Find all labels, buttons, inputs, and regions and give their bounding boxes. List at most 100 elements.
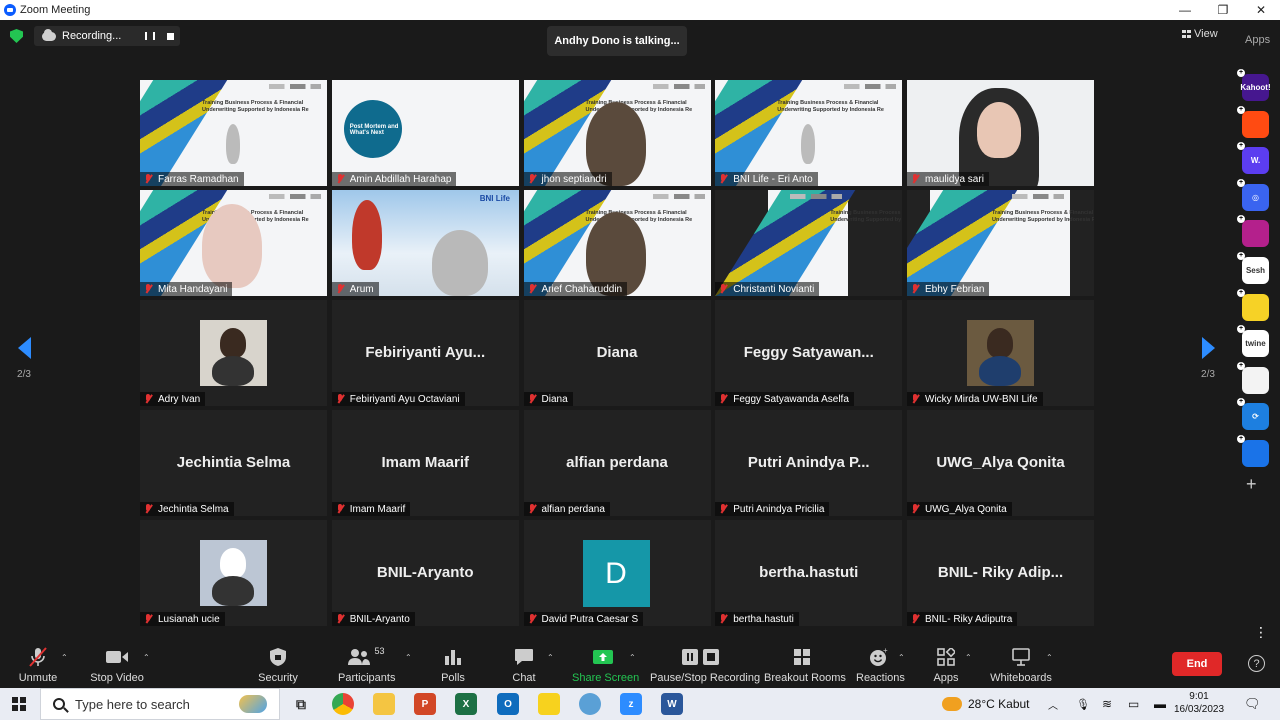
muted-mic-icon <box>719 284 728 294</box>
participant-name-label: Mita Handayani <box>140 282 233 296</box>
participant-tile[interactable]: Training Business Process & Financial Un… <box>140 190 327 296</box>
security-button[interactable]: Security <box>258 646 298 684</box>
end-meeting-button[interactable]: End <box>1172 652 1222 676</box>
participant-figure <box>226 124 240 164</box>
stop-recording-button[interactable] <box>160 26 180 46</box>
grid-app-icon[interactable]: + <box>1237 361 1269 394</box>
windows-start-icon[interactable] <box>12 697 26 711</box>
participant-name: Mita Handayani <box>158 283 228 295</box>
muted-mic-icon <box>528 504 537 514</box>
next-page-button[interactable]: 2/3 <box>1193 337 1223 380</box>
participant-tile[interactable]: Lusianah ucie <box>140 520 327 626</box>
pause-recording-button[interactable] <box>140 26 160 46</box>
weather-widget[interactable]: 28°C Kabut <box>942 688 1030 720</box>
participant-tile[interactable]: Training Business Process & Financial Un… <box>140 80 327 186</box>
purple-app-icon[interactable]: + <box>1237 215 1269 248</box>
minimize-button[interactable]: — <box>1166 0 1204 20</box>
participant-tile[interactable]: Adry Ivan <box>140 300 327 406</box>
word-icon[interactable]: W <box>661 693 683 715</box>
participant-tile[interactable]: maulidya sari <box>907 80 1094 186</box>
participant-tile[interactable]: BNI Life Arum <box>331 190 519 296</box>
weather-text: 28°C Kabut <box>968 697 1030 711</box>
share-options-caret[interactable]: ⌃ <box>629 653 636 662</box>
help-icon[interactable]: ? <box>1248 655 1265 672</box>
participant-tile[interactable]: bertha.hastuti bertha.hastuti <box>715 520 903 626</box>
chrome-icon[interactable] <box>332 693 354 715</box>
sync-app-icon[interactable]: + ⟳ <box>1237 398 1269 431</box>
reactions-button[interactable]: + Reactions <box>856 646 905 684</box>
add-app-icon[interactable]: + <box>1246 474 1257 495</box>
video-options-caret[interactable]: ⌃ <box>143 653 150 662</box>
powerpoint-icon[interactable]: P <box>414 693 436 715</box>
stop-video-button[interactable]: Stop Video <box>90 646 144 684</box>
apps-button[interactable]: Apps <box>933 646 959 684</box>
participants-options-caret[interactable]: ⌃ <box>405 653 412 662</box>
yellow-app-icon[interactable]: + <box>1237 288 1269 321</box>
participant-tile[interactable]: Putri Anindya P... Putri Anindya Pricilia <box>715 410 903 516</box>
taskbar-clock[interactable]: 9:01 16/03/2023 <box>1174 690 1224 716</box>
previous-page-button[interactable]: 2/3 <box>9 337 39 380</box>
sesh-app-icon[interactable]: + Sesh <box>1237 252 1269 284</box>
participant-tile[interactable]: Training Business Process & Financial Un… <box>715 190 903 296</box>
participant-tile[interactable]: Diana Diana <box>523 300 711 406</box>
pause-stop-recording-button[interactable]: Pause/Stop Recording <box>650 646 760 684</box>
stack-app-icon[interactable]: + <box>1237 435 1269 467</box>
pause-stop-icon <box>650 646 752 668</box>
participant-tile[interactable]: Jechintia Selma Jechintia Selma <box>140 410 327 516</box>
muted-mic-icon <box>144 174 153 184</box>
participant-tile[interactable]: BNIL-Aryanto BNIL-Aryanto <box>331 520 519 626</box>
muted-mic-icon <box>144 284 153 294</box>
participant-tile[interactable]: BNIL- Riky Adip... BNIL- Riky Adiputra <box>907 520 1094 626</box>
file-explorer-icon[interactable] <box>373 693 395 715</box>
taskbar-search-input[interactable]: Type here to search <box>40 688 280 720</box>
participant-tile[interactable]: D David Putra Caesar S <box>523 520 711 626</box>
encryption-shield-icon[interactable] <box>10 29 23 43</box>
notifications-icon[interactable]: 🗨︎ <box>1244 688 1261 720</box>
polls-button[interactable]: Polls <box>441 646 465 684</box>
zoom-taskbar-icon[interactable]: z <box>620 693 642 715</box>
chat-button[interactable]: Chat <box>512 646 536 684</box>
participant-tile[interactable]: Training Business Process & Financial Un… <box>523 80 711 186</box>
audio-options-caret[interactable]: ⌃ <box>61 653 68 662</box>
wooclap-app-icon[interactable]: + W. <box>1237 142 1269 175</box>
browser-icon[interactable] <box>579 693 601 715</box>
twine-app-icon[interactable]: + twine <box>1237 325 1269 358</box>
apps-options-caret[interactable]: ⌃ <box>965 653 972 662</box>
wifi-icon[interactable]: ≋ <box>1102 688 1112 720</box>
kahoot-app-icon[interactable]: + Kahoot! <box>1237 69 1271 101</box>
display-icon[interactable]: ▭ <box>1128 688 1139 720</box>
share-screen-button[interactable]: Share Screen <box>572 646 639 684</box>
reactions-options-caret[interactable]: ⌃ <box>898 653 905 662</box>
close-button[interactable]: ✕ <box>1242 0 1280 20</box>
participant-tile[interactable]: Training Business Process & Financial Un… <box>523 190 711 296</box>
participant-tile[interactable]: Wicky Mirda UW-BNI Life <box>907 300 1094 406</box>
sticky-notes-icon[interactable] <box>538 693 560 715</box>
whiteboards-options-caret[interactable]: ⌃ <box>1046 653 1053 662</box>
maximize-button[interactable]: ❐ <box>1204 0 1242 20</box>
task-view-icon[interactable]: ⧉ <box>290 693 312 715</box>
tray-overflow-icon[interactable]: ︿ <box>1048 688 1058 720</box>
view-button[interactable]: View <box>1182 26 1224 42</box>
battery-icon[interactable]: ▬ <box>1154 688 1166 720</box>
red-app-icon[interactable]: + <box>1237 105 1269 138</box>
unmute-button[interactable]: Unmute <box>18 646 58 684</box>
participant-tile[interactable]: UWG_Alya Qonita UWG_Alya Qonita <box>907 410 1094 516</box>
participant-tile[interactable]: Training Business Process & Financial Un… <box>715 80 903 186</box>
microphone-tray-icon[interactable]: 🎙︎ <box>1076 688 1090 720</box>
excel-icon[interactable]: X <box>455 693 477 715</box>
outlook-icon[interactable]: O <box>497 693 519 715</box>
whiteboards-button[interactable]: Whiteboards <box>990 646 1052 684</box>
muted-mic-icon <box>336 284 345 294</box>
breakout-rooms-button[interactable]: Breakout Rooms <box>764 646 846 684</box>
participant-tile[interactable]: Feggy Satyawan... Feggy Satyawanda Aselfa <box>715 300 903 406</box>
participant-name: David Putra Caesar S <box>541 613 639 625</box>
participant-tile[interactable]: Training Business Process & Financial Un… <box>907 190 1094 296</box>
participants-button[interactable]: 53 Participants <box>338 646 395 684</box>
participant-tile[interactable]: Imam Maarif Imam Maarif <box>331 410 519 516</box>
participant-profile-picture <box>200 540 267 606</box>
participant-tile[interactable]: alfian perdana alfian perdana <box>523 410 711 516</box>
chat-options-caret[interactable]: ⌃ <box>547 653 554 662</box>
blue-ring-app-icon[interactable]: + ◎ <box>1237 178 1269 211</box>
participant-tile[interactable]: Post Mortem and What's Next Amin Abdillah… <box>331 80 519 186</box>
participant-tile[interactable]: Febiriyanti Ayu... Febiriyanti Ayu Octavi… <box>331 300 519 406</box>
